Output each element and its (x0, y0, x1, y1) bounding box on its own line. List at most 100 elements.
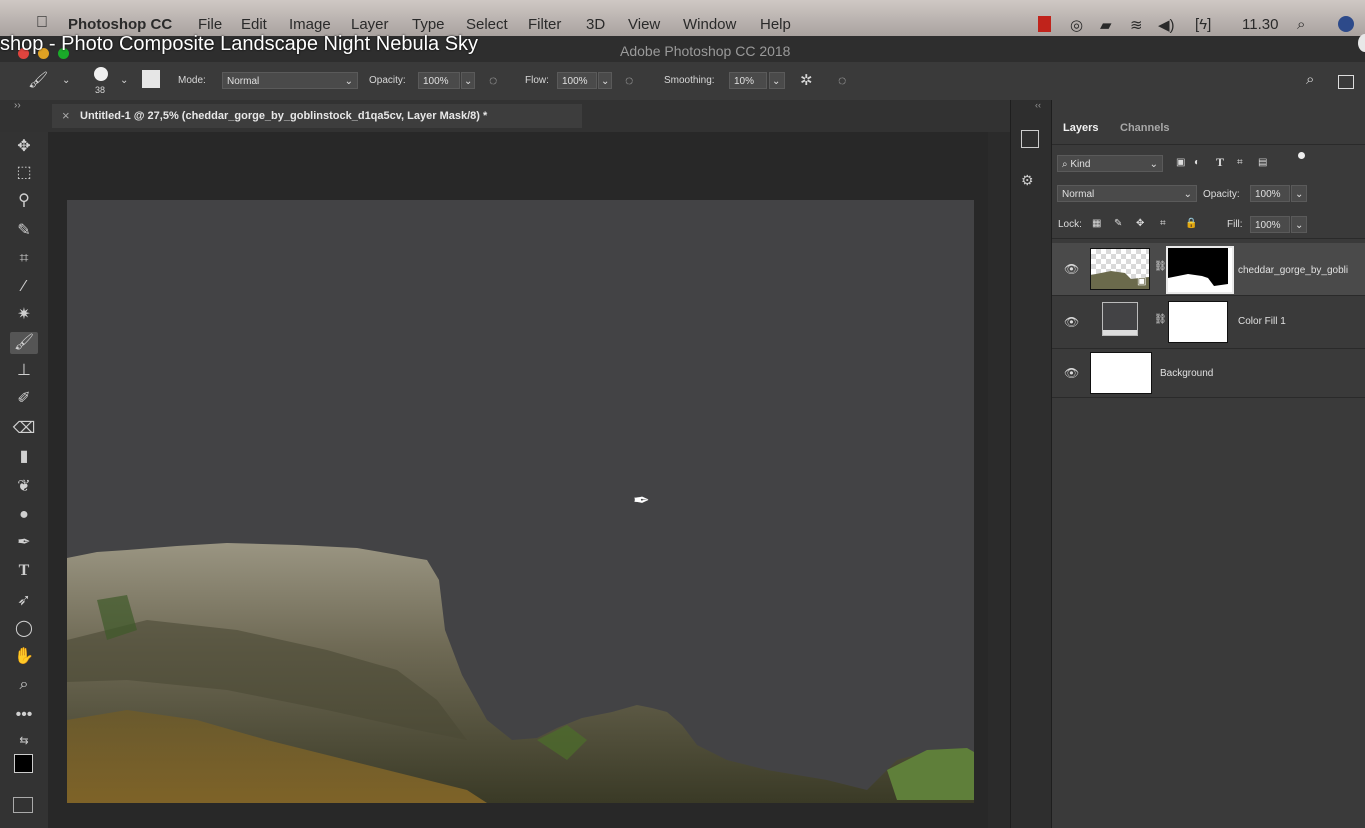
move-tool-icon[interactable]: ✥ (10, 136, 38, 158)
opacity-input[interactable]: 100% (418, 72, 460, 89)
cliff-landscape-image (67, 543, 974, 803)
workspace-switcher-icon[interactable] (1338, 75, 1354, 89)
flow-input[interactable]: 100% (557, 72, 597, 89)
dodge-tool-icon[interactable]: ● (10, 504, 38, 526)
blur-tool-icon[interactable]: ❦ (10, 476, 38, 498)
mode-select[interactable]: Normal ⌄ (222, 72, 358, 89)
edit-toolbar-icon[interactable]: ••• (10, 704, 38, 726)
lasso-tool-icon[interactable]: ⚲ (10, 190, 38, 212)
fill-input[interactable]: 100% (1250, 216, 1290, 233)
color-fill-mask-thumbnail[interactable] (1168, 301, 1228, 343)
pressure-size-icon[interactable]: ◌ (838, 72, 846, 88)
menu-app-name[interactable]: Photoshop CC (68, 16, 172, 33)
brush-settings-panel-icon[interactable] (142, 70, 160, 88)
smoothing-input[interactable]: 10% (729, 72, 767, 89)
document-canvas[interactable] (67, 200, 974, 803)
layer-opacity-dropdown-icon[interactable]: ⌄ (1291, 185, 1307, 202)
layer-name[interactable]: Color Fill 1 (1238, 316, 1286, 327)
menu-image[interactable]: Image (289, 16, 331, 33)
filter-shape-icon[interactable]: ⌗ (1237, 157, 1243, 168)
history-brush-tool-icon[interactable]: ✐ (10, 388, 38, 410)
marquee-tool-icon[interactable]: ⬚ (10, 162, 38, 184)
layer-visibility-eye-icon[interactable]: 👁 (1064, 262, 1079, 276)
menu-file[interactable]: File (198, 16, 222, 33)
filter-toggle-icon[interactable] (1298, 152, 1305, 159)
spotlight-icon[interactable]: ⌕ (1297, 16, 1305, 33)
menu-select[interactable]: Select (466, 16, 508, 33)
filter-pixel-icon[interactable]: ▣ (1176, 157, 1185, 168)
menu-window[interactable]: Window (683, 16, 736, 33)
apple-icon[interactable]:  (36, 14, 48, 32)
foreground-color-swatch[interactable] (14, 754, 33, 773)
mask-link-icon[interactable]: ⛓ (1154, 314, 1167, 325)
filter-adjustment-icon[interactable]: ◐ (1194, 157, 1200, 168)
opacity-dropdown-icon[interactable]: ⌄ (461, 72, 475, 89)
expand-toolbar-icon[interactable]: ›› (14, 100, 21, 111)
display-icon[interactable]: ▰ (1100, 16, 1112, 34)
zoom-tool-icon[interactable]: ⌕ (10, 674, 38, 696)
layer-mask-thumbnail[interactable] (1166, 246, 1234, 294)
swap-colors-icon[interactable]: ⇆ (10, 730, 38, 752)
brush-tool-icon[interactable]: 🖌 (10, 332, 38, 354)
filter-type-icon[interactable]: T (1216, 155, 1224, 170)
menu-view[interactable]: View (628, 16, 660, 33)
lock-transparent-icon[interactable]: ▦ (1092, 218, 1101, 229)
tab-channels[interactable]: Channels (1120, 122, 1170, 134)
quick-selection-tool-icon[interactable]: ✎ (10, 220, 38, 242)
clone-stamp-tool-icon[interactable]: ⊥ (10, 360, 38, 382)
libraries-panel-icon[interactable]: ⚙ (1021, 172, 1034, 189)
flow-dropdown-icon[interactable]: ⌄ (598, 72, 612, 89)
lock-image-icon[interactable]: ✎ (1114, 218, 1122, 229)
collapse-panels-icon[interactable]: ‹‹ (1035, 100, 1041, 110)
ellipse-tool-icon[interactable]: ◯ (10, 618, 38, 640)
search-icon[interactable]: ⌕ (1306, 71, 1314, 88)
status-icon[interactable]: ◎ (1070, 16, 1083, 34)
smoothing-dropdown-icon[interactable]: ⌄ (769, 72, 785, 89)
gradient-tool-icon[interactable]: ▮ (10, 446, 38, 468)
healing-brush-tool-icon[interactable]: ✷ (10, 304, 38, 326)
siri-icon[interactable] (1338, 16, 1354, 32)
lock-all-icon[interactable]: 🔒 (1185, 218, 1197, 229)
background-thumbnail[interactable] (1090, 352, 1152, 394)
fill-dropdown-icon[interactable]: ⌄ (1291, 216, 1307, 233)
pressure-opacity-icon[interactable]: ◌ (489, 72, 497, 88)
tab-layers[interactable]: Layers (1063, 122, 1098, 134)
lock-artboard-icon[interactable]: ⌗ (1160, 218, 1166, 229)
layer-visibility-eye-icon[interactable]: 👁 (1064, 366, 1079, 380)
swatches-panel-icon[interactable] (1021, 130, 1039, 148)
wifi-icon[interactable]: ≋ (1130, 16, 1143, 34)
mask-link-icon[interactable]: ⛓ (1154, 261, 1167, 272)
crop-tool-icon[interactable]: ⌗ (10, 248, 38, 270)
airbrush-icon[interactable]: ◌ (625, 72, 633, 88)
close-document-icon[interactable]: × (62, 108, 70, 123)
menu-3d[interactable]: 3D (586, 16, 605, 33)
menu-filter[interactable]: Filter (528, 16, 561, 33)
pen-tool-icon[interactable]: ✒ (10, 532, 38, 554)
type-tool-icon[interactable]: T (10, 560, 38, 582)
volume-icon[interactable]: ◀) (1158, 16, 1175, 34)
layer-name[interactable]: Background (1160, 368, 1213, 379)
filter-smart-object-icon[interactable]: ▤ (1258, 157, 1267, 168)
smoothing-options-gear-icon[interactable]: ✲ (800, 71, 813, 89)
layer-name[interactable]: cheddar_gorge_by_gobli (1238, 265, 1348, 276)
eraser-tool-icon[interactable]: ⌫ (10, 418, 38, 440)
eyedropper-tool-icon[interactable]: ⁄ (10, 276, 38, 298)
menu-help[interactable]: Help (760, 16, 791, 33)
layer-opacity-input[interactable]: 100% (1250, 185, 1290, 202)
lock-position-icon[interactable]: ✥ (1136, 218, 1144, 229)
menu-type[interactable]: Type (412, 16, 445, 33)
hand-tool-icon[interactable]: ✋ (10, 646, 38, 668)
brush-preview-icon[interactable] (94, 67, 108, 81)
battery-icon[interactable]: [ϟ] (1195, 16, 1211, 33)
quick-mask-icon[interactable] (13, 797, 33, 813)
layer-visibility-eye-icon[interactable]: 👁 (1064, 315, 1079, 329)
menu-edit[interactable]: Edit (241, 16, 267, 33)
brush-picker-chevron-icon[interactable]: ⌄ (120, 75, 128, 86)
menu-layer[interactable]: Layer (351, 16, 389, 33)
color-fill-thumbnail[interactable] (1102, 302, 1138, 336)
path-selection-tool-icon[interactable]: ➶ (10, 590, 38, 612)
tool-preset-chevron-icon[interactable]: ⌄ (62, 75, 70, 86)
blend-mode-select[interactable]: Normal ⌄ (1057, 185, 1197, 202)
brush-tool-icon[interactable]: 🖌 (28, 70, 48, 90)
filter-kind-select[interactable]: ⌕ Kind ⌄ (1057, 155, 1163, 172)
